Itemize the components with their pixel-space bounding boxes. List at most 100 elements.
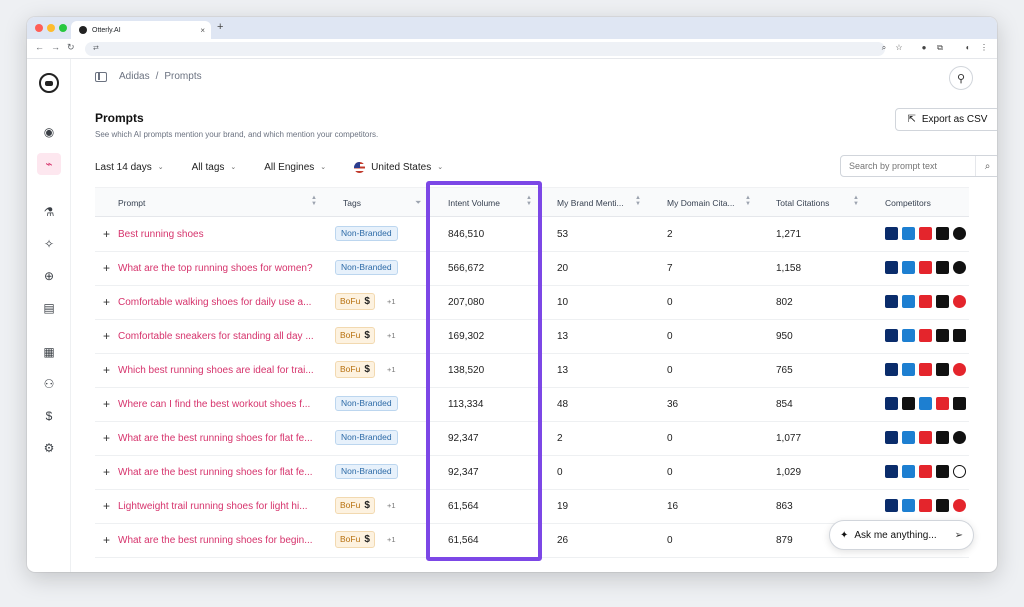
prompt-link[interactable]: Where can I find the best workout shoes …	[118, 399, 310, 410]
hoka-logo-icon	[902, 295, 915, 308]
chevron-down-icon: ⌄	[437, 164, 444, 171]
table-row[interactable]: + Lightweight trail running shoes for lig…	[95, 490, 969, 524]
extension-icon[interactable]: ●	[919, 43, 929, 53]
brand-icon[interactable]: ◉	[40, 123, 58, 141]
close-window-icon[interactable]	[35, 24, 43, 32]
maximize-window-icon[interactable]	[59, 24, 67, 32]
country-value: United States	[371, 161, 432, 173]
asics-logo-icon	[885, 227, 898, 240]
export-csv-button[interactable]: ⇱ Export as CSV	[895, 108, 997, 131]
tag-badge: Non-Branded	[335, 464, 398, 479]
forward-icon[interactable]: →	[51, 42, 60, 52]
sort-icon[interactable]: ▲ ▼	[853, 195, 859, 207]
zoom-icon[interactable]: ⌕	[879, 43, 889, 53]
intent-volume-value: 138,520	[448, 365, 485, 376]
browser-tab-title: Otterly.AI	[92, 26, 121, 34]
expand-row-icon[interactable]: +	[103, 227, 110, 241]
bookmark-star-icon[interactable]: ☆	[894, 43, 904, 53]
user-account-button[interactable]: ⚲	[949, 66, 973, 90]
table-row[interactable]: + Where can I find the best workout shoes…	[95, 388, 969, 422]
prompt-link[interactable]: What are the top running shoes for women…	[118, 263, 313, 274]
globe-icon[interactable]: ⊕	[40, 267, 58, 285]
filter-funnel-icon[interactable]: ⏷	[415, 198, 421, 208]
tags-select[interactable]: All tags ⌄	[192, 157, 237, 177]
table-row[interactable]: + What are the best running shoes for fla…	[95, 456, 969, 490]
table-row[interactable]: + Comfortable sneakers for standing all d…	[95, 320, 969, 354]
search-icon[interactable]: ⌕	[975, 156, 997, 176]
more-tags-count[interactable]: +1	[387, 535, 396, 544]
billing-icon[interactable]: $	[40, 407, 58, 425]
more-tags-count[interactable]: +1	[387, 297, 396, 306]
prompt-link[interactable]: What are the best running shoes for begi…	[118, 535, 313, 546]
sort-icon[interactable]: ▲ ▼	[311, 195, 317, 207]
prompt-link[interactable]: Comfortable sneakers for standing all da…	[118, 331, 314, 342]
col-total-citations[interactable]: Total Citations	[776, 198, 829, 208]
col-domain-citations-label: My Domain Cita...	[667, 198, 735, 208]
expand-row-icon[interactable]: +	[103, 499, 110, 513]
back-icon[interactable]: ←	[35, 42, 44, 52]
flask-icon[interactable]: ⚗	[40, 203, 58, 221]
sort-icon[interactable]: ▲ ▼	[635, 195, 641, 207]
expand-row-icon[interactable]: +	[103, 533, 110, 547]
more-tags-count[interactable]: +1	[387, 501, 396, 510]
prompt-link[interactable]: Which best running shoes are ideal for t…	[118, 365, 314, 376]
table-row[interactable]: + Best running shoes Non-Branded 846,510 53 2…	[95, 218, 969, 252]
ask-assistant-button[interactable]: ✦ Ask me anything... ➢	[829, 520, 974, 550]
col-brand-mentions[interactable]: My Brand Menti...	[557, 198, 624, 208]
table-row[interactable]: + What are the best running shoes for fla…	[95, 422, 969, 456]
breadcrumb-brand[interactable]: Adidas	[119, 71, 150, 82]
col-tags[interactable]: Tags	[343, 198, 361, 208]
otterly-logo[interactable]	[39, 73, 59, 93]
url-field[interactable]: ⇄	[85, 42, 885, 56]
more-tags-count[interactable]: +1	[387, 331, 396, 340]
prompt-link[interactable]: What are the best running shoes for flat…	[118, 433, 313, 444]
prompt-link[interactable]: Lightweight trail running shoes for ligh…	[118, 501, 308, 512]
sort-icon[interactable]: ▲ ▼	[745, 195, 751, 207]
total-citations-value: 1,271	[776, 229, 802, 240]
expand-row-icon[interactable]: +	[103, 431, 110, 445]
dollar-icon: $	[364, 296, 370, 307]
browser-menu-icon[interactable]: ⋮	[979, 43, 989, 53]
table-row[interactable]: + Which best running shoes are ideal for …	[95, 354, 969, 388]
country-select[interactable]: United States ⌄	[354, 157, 443, 177]
nike-logo-icon	[936, 499, 949, 512]
sidebar-toggle-icon[interactable]	[95, 71, 107, 82]
user-icon: ⚲	[956, 72, 966, 85]
expand-row-icon[interactable]: +	[103, 465, 110, 479]
prompt-link[interactable]: What are the best running shoes for flat…	[118, 467, 313, 478]
col-prompt[interactable]: Prompt	[118, 198, 145, 208]
expand-row-icon[interactable]: +	[103, 363, 110, 377]
date-range-select[interactable]: Last 14 days ⌄	[95, 157, 164, 177]
expand-row-icon[interactable]: +	[103, 397, 110, 411]
table-row[interactable]: + Comfortable walking shoes for daily use…	[95, 286, 969, 320]
settings-gear-icon[interactable]: ⚙	[40, 439, 58, 457]
prompts-chart-icon[interactable]: ⌁	[37, 153, 61, 175]
users-icon[interactable]: ⚇	[40, 375, 58, 393]
search-input[interactable]	[841, 161, 976, 171]
domain-citations-value: 16	[667, 501, 679, 512]
send-icon[interactable]: ➢	[955, 530, 963, 541]
nike-logo-icon	[936, 295, 949, 308]
col-domain-citations[interactable]: My Domain Cita...	[667, 198, 735, 208]
profile-icon[interactable]: ◐	[963, 43, 973, 53]
sort-icon[interactable]: ▲ ▼	[526, 195, 532, 207]
more-tags-count[interactable]: +1	[387, 365, 396, 374]
prompt-link[interactable]: Best running shoes	[118, 229, 204, 240]
engines-select[interactable]: All Engines ⌄	[264, 157, 326, 177]
browser-window: Otterly.AI × + ← → ↻ ⇄ ⌕ ☆ ● ⧉ ◐ ⋮ ◉ ⌁ ⚗…	[27, 17, 997, 572]
minimize-window-icon[interactable]	[47, 24, 55, 32]
new-tab-button[interactable]: +	[217, 21, 223, 33]
col-intent-volume[interactable]: Intent Volume	[448, 198, 500, 208]
puzzle-icon[interactable]: ⧉	[935, 43, 945, 53]
reload-icon[interactable]: ↻	[67, 42, 75, 53]
table-row[interactable]: + What are the top running shoes for wome…	[95, 252, 969, 286]
expand-row-icon[interactable]: +	[103, 329, 110, 343]
expand-row-icon[interactable]: +	[103, 295, 110, 309]
browser-tab[interactable]: Otterly.AI ×	[71, 21, 211, 39]
grid-icon[interactable]: ▦	[40, 343, 58, 361]
sparkle-icon[interactable]: ✧	[40, 235, 58, 253]
tab-close-icon[interactable]: ×	[200, 26, 205, 35]
expand-row-icon[interactable]: +	[103, 261, 110, 275]
report-icon[interactable]: ▤	[40, 299, 58, 317]
prompt-link[interactable]: Comfortable walking shoes for daily use …	[118, 297, 311, 308]
